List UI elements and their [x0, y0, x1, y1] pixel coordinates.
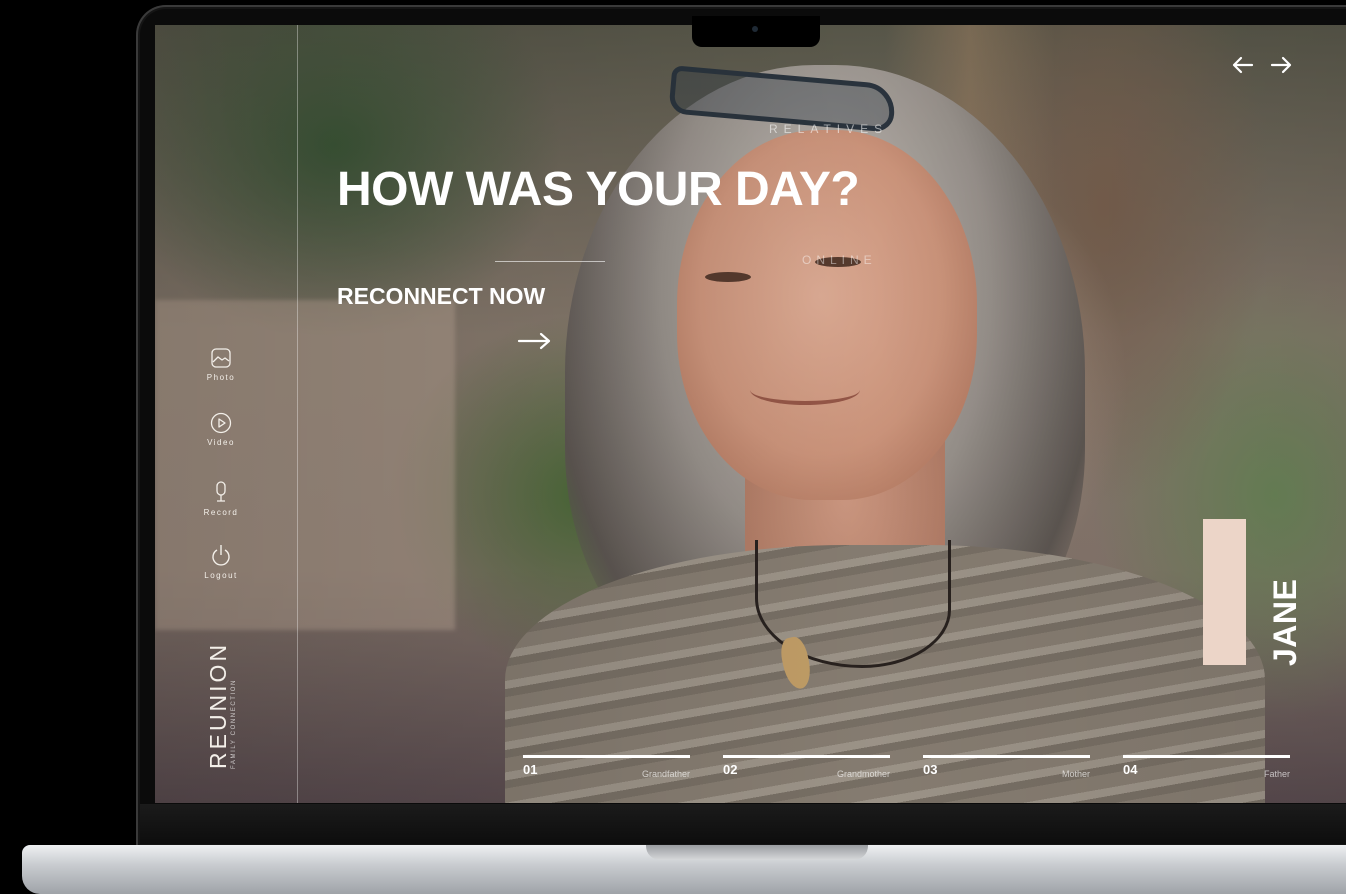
step-number: 02: [723, 762, 738, 777]
sidebar-item-video[interactable]: Video: [199, 412, 243, 447]
step-indicator-line: [723, 755, 890, 758]
sidebar-item-logout[interactable]: Logout: [199, 543, 243, 580]
step-indicator-line: [923, 755, 1090, 758]
app-screen: Photo Video Record Logout REUNION FAMILY…: [155, 25, 1346, 803]
sidebar-item-label: Logout: [204, 571, 238, 580]
section-label: RELATIVES: [769, 122, 889, 136]
headline-divider: [495, 261, 605, 262]
step-label: Father: [1263, 769, 1290, 779]
camera-notch: [692, 16, 820, 47]
photo-shade: [155, 25, 1346, 803]
reconnect-arrow-button[interactable]: [517, 331, 553, 356]
sidebar-item-label: Photo: [206, 373, 236, 382]
page-title: HOW WAS YOUR DAY?: [337, 163, 860, 216]
step-number: 04: [1123, 762, 1138, 777]
sidebar-item-label: Record: [203, 508, 239, 517]
step-number: 03: [923, 762, 938, 777]
power-icon: [212, 545, 230, 566]
reconnect-button[interactable]: RECONNECT NOW: [337, 283, 545, 310]
step-label: Grandfather: [641, 769, 690, 779]
step-label: Grandmother: [836, 769, 890, 779]
next-button[interactable]: [1269, 53, 1295, 77]
step-label: Mother: [1061, 769, 1090, 779]
relative-step-grandmother[interactable]: 02 Grandmother: [723, 755, 890, 785]
relative-step-father[interactable]: 04 Father: [1123, 755, 1290, 785]
sidebar-item-photo[interactable]: Photo: [199, 347, 243, 382]
sidebar-item-record[interactable]: Record: [199, 480, 243, 517]
image-icon: [211, 348, 231, 368]
logo-wordmark: REUNION: [205, 641, 231, 769]
relative-step-grandfather[interactable]: 01 Grandfather: [523, 755, 690, 785]
status-label: ONLINE: [802, 253, 877, 267]
laptop-bezel: [140, 804, 1346, 844]
sidebar-item-label: Video: [207, 438, 235, 447]
name-accent-bar: [1203, 519, 1246, 665]
arrow-left-icon: [1232, 56, 1254, 74]
step-number: 01: [523, 762, 538, 777]
arrow-right-icon: [517, 332, 551, 350]
step-indicator-line: [1123, 755, 1290, 758]
camera-icon: [752, 26, 758, 32]
microphone-icon: [216, 481, 226, 502]
profile-name: JANE: [1267, 578, 1303, 666]
laptop-opening-notch: [646, 845, 868, 860]
reunion-logo: REUNION FAMILY CONNECTION: [205, 637, 239, 772]
sidebar-divider: [297, 25, 298, 803]
play-circle-icon: [210, 412, 232, 434]
relative-step-mother[interactable]: 03 Mother: [923, 755, 1090, 785]
arrow-right-icon: [1270, 56, 1292, 74]
step-indicator-line: [523, 755, 690, 758]
prev-button[interactable]: [1231, 53, 1257, 77]
laptop-mockup: Photo Video Record Logout REUNION FAMILY…: [0, 0, 1346, 894]
logo-tagline: FAMILY CONNECTION: [231, 679, 237, 769]
carousel-controls: [1231, 53, 1307, 77]
